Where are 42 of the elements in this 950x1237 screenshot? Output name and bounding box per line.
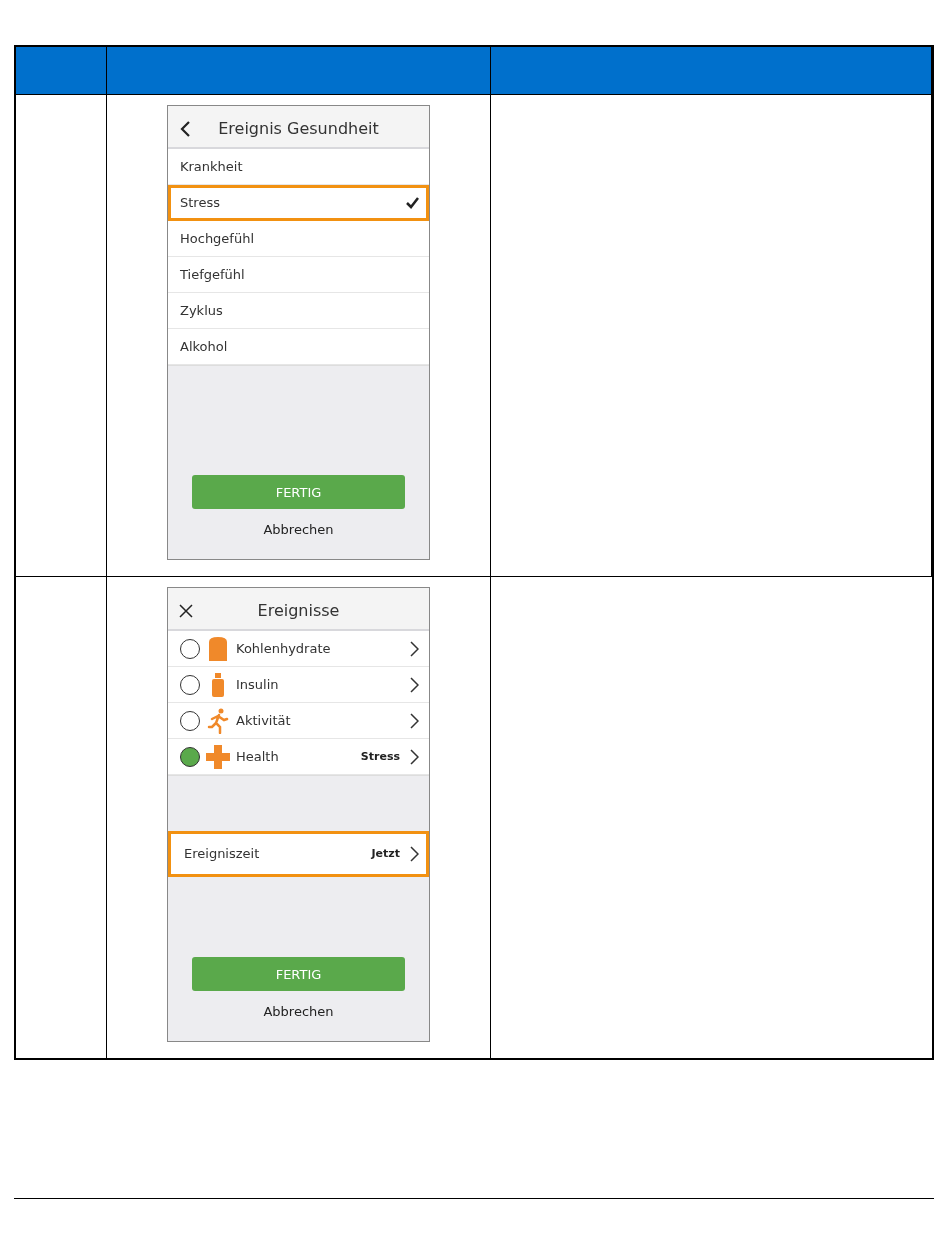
- time-row[interactable]: Ereigniszeit Jetzt: [168, 831, 429, 877]
- chevron-icon: [410, 712, 419, 729]
- event-row[interactable]: Aktivität: [168, 703, 429, 739]
- event-label: Health: [236, 749, 280, 764]
- event-row[interactable]: Kohlenhydrate: [168, 631, 429, 667]
- check-icon: [406, 196, 419, 209]
- list-item[interactable]: Hochgefühl: [168, 221, 429, 257]
- cancel-link[interactable]: Abbrechen: [263, 522, 334, 537]
- cancel-link[interactable]: Abbrechen: [263, 1004, 334, 1019]
- list-item[interactable]: Krankheit: [168, 149, 429, 185]
- time-value: Jetzt: [371, 847, 400, 860]
- screen-title: Ereignis Gesundheit: [217, 119, 380, 138]
- radio-button[interactable]: [180, 674, 200, 695]
- close-icon[interactable]: [178, 602, 194, 619]
- item-label: Tiefgefühl: [180, 267, 246, 282]
- item-label: Krankheit: [180, 159, 244, 174]
- chevron-icon: [410, 676, 419, 693]
- list-item[interactable]: Stress: [168, 185, 429, 221]
- radio-button[interactable]: [180, 638, 200, 659]
- chevron-icon: [410, 640, 419, 657]
- bread-icon: [206, 635, 230, 662]
- item-label: Alkohol: [180, 339, 229, 354]
- list-item[interactable]: Alkohol: [168, 329, 429, 365]
- chevron-icon: [410, 748, 419, 765]
- radio-button[interactable]: [180, 710, 200, 731]
- screen-title: Ereignisse: [256, 601, 341, 620]
- plus-icon: [206, 743, 230, 770]
- event-label: Insulin: [236, 677, 280, 692]
- item-label: Hochgefühl: [180, 231, 256, 246]
- item-label: Zyklus: [180, 303, 224, 318]
- time-label: Ereigniszeit: [184, 846, 261, 861]
- chevron-icon: [410, 845, 419, 862]
- list-item[interactable]: Zyklus: [168, 293, 429, 329]
- event-row[interactable]: Health Stress: [168, 739, 429, 775]
- event-row[interactable]: Insulin: [168, 667, 429, 703]
- list-item[interactable]: Tiefgefühl: [168, 257, 429, 293]
- item-label: Stress: [180, 195, 221, 210]
- event-value: Stress: [360, 750, 400, 763]
- radio-button[interactable]: [180, 746, 200, 767]
- event-label: Kohlenhydrate: [236, 641, 332, 656]
- runner-icon: [206, 707, 230, 734]
- event-label: Aktivität: [236, 713, 292, 728]
